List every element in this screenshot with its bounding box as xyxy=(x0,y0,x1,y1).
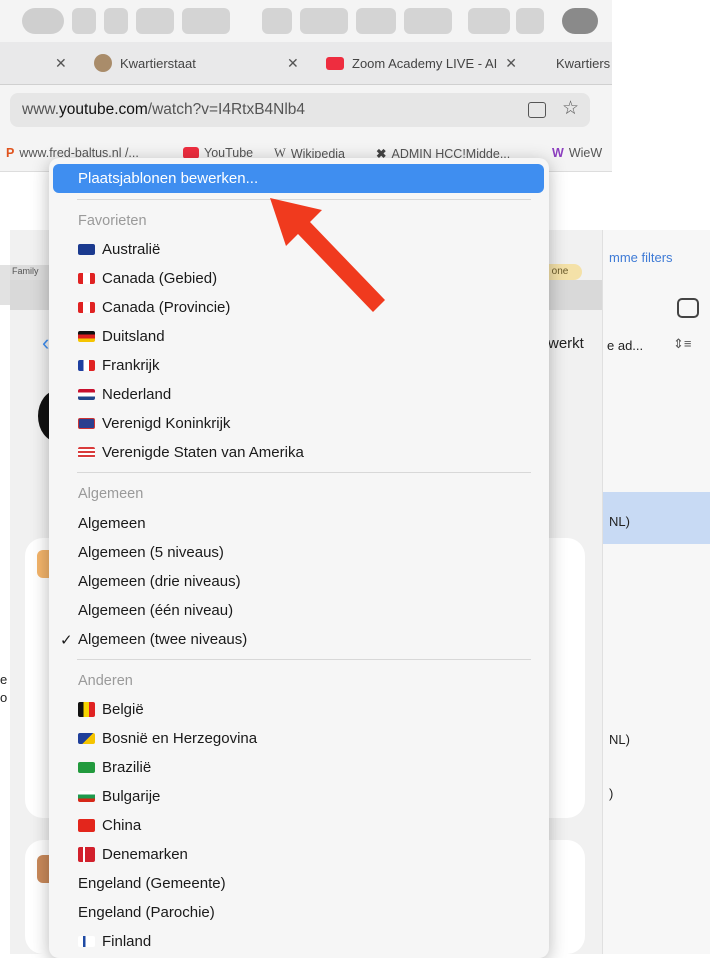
undo-icon[interactable] xyxy=(136,8,174,34)
settings-icon[interactable] xyxy=(516,8,544,34)
netherlands-flag-icon xyxy=(78,389,95,400)
finland-flag-icon xyxy=(78,936,95,947)
menu-item-algemeen[interactable]: Algemeen xyxy=(78,515,146,532)
home-icon[interactable] xyxy=(72,8,96,34)
filters-link[interactable]: mme filters xyxy=(609,250,673,265)
denmark-flag-icon xyxy=(78,847,95,862)
menu-item-algemeen-5[interactable]: Algemeen (5 niveaus) xyxy=(78,544,224,561)
menu-item-canada-gebied[interactable]: Canada (Gebied) xyxy=(78,270,217,287)
right-panel: mme filters e ad... ⇕≡ NL) NL) ) xyxy=(602,230,710,954)
avatar-icon xyxy=(94,54,112,72)
site-icon: P xyxy=(6,146,15,160)
menu-separator xyxy=(77,472,531,473)
tab-zoom-academy[interactable]: Zoom Academy LIVE - AI ✕ xyxy=(326,50,517,76)
annotation-arrow-icon xyxy=(270,198,385,312)
bulgaria-flag-icon xyxy=(78,791,95,802)
tab-close-2[interactable]: ✕ xyxy=(287,50,309,76)
close-icon[interactable] xyxy=(562,8,598,34)
menu-item-canada-provincie[interactable]: Canada (Provincie) xyxy=(78,299,230,316)
address-bar-area: www. youtube.com/watch?v=I4RtxB4Nlb4 ☆ xyxy=(0,85,612,137)
tab-close-1[interactable]: ✕ xyxy=(55,50,77,76)
menu-item-bulgarije[interactable]: Bulgarije xyxy=(78,788,160,805)
menu-item-engeland-parochie[interactable]: Engeland (Parochie) xyxy=(78,904,215,921)
toggle-icon[interactable] xyxy=(677,298,699,318)
canada-flag-icon xyxy=(78,302,95,313)
table-icon[interactable] xyxy=(404,8,452,34)
canada-flag-icon xyxy=(78,273,95,284)
menu-item-verenigde-staten[interactable]: Verenigde Staten van Amerika xyxy=(78,444,304,461)
close-icon[interactable]: ✕ xyxy=(505,55,517,72)
usa-flag-icon xyxy=(78,447,95,458)
menu-item-bosnie[interactable]: Bosnië en Herzegovina xyxy=(78,730,257,747)
save-icon[interactable] xyxy=(104,8,128,34)
menu-item-finland[interactable]: Finland xyxy=(78,933,151,950)
general-header: Algemeen xyxy=(78,486,144,502)
menu-separator xyxy=(77,659,531,660)
grid-icon[interactable] xyxy=(182,8,230,34)
youtube-icon xyxy=(326,56,344,70)
tab-kwartiers[interactable]: Kwartiers xyxy=(556,50,610,76)
menu-item-algemeen-twee[interactable]: Algemeen (twee niveaus) xyxy=(78,631,247,648)
germany-flag-icon xyxy=(78,331,95,342)
url-field[interactable]: www. youtube.com/watch?v=I4RtxB4Nlb4 xyxy=(10,93,590,127)
menu-item-engeland-gemeente[interactable]: Engeland (Gemeente) xyxy=(78,875,226,892)
bosnia-flag-icon xyxy=(78,733,95,744)
layout-icon[interactable] xyxy=(356,8,396,34)
menu-item-algemeen-een[interactable]: Algemeen (één niveau) xyxy=(78,602,233,619)
uk-flag-icon xyxy=(78,418,95,429)
menu-item-australia[interactable]: Australië xyxy=(78,241,160,258)
menu-item-belgie[interactable]: België xyxy=(78,701,144,718)
menu-item-algemeen-drie[interactable]: Algemeen (drie niveaus) xyxy=(78,573,241,590)
australia-flag-icon xyxy=(78,244,95,255)
sort-select[interactable]: e ad... xyxy=(607,338,643,353)
edit-templates-menu-item[interactable]: Plaatsjablonen bewerken... xyxy=(53,164,544,193)
menu-item-nederland[interactable]: Nederland xyxy=(78,386,171,403)
chart-icon[interactable] xyxy=(300,8,348,34)
wiewaswie-icon: W xyxy=(552,146,564,160)
france-flag-icon xyxy=(78,360,95,371)
favorites-header: Favorieten xyxy=(78,213,147,229)
other-header: Anderen xyxy=(78,673,133,689)
belgium-flag-icon xyxy=(78,702,95,717)
sort-arrows-icon: ⇕≡ xyxy=(673,336,692,351)
menu-item-brazilie[interactable]: Brazilië xyxy=(78,759,151,776)
window-toolbar xyxy=(0,0,612,42)
toggle-icon[interactable] xyxy=(22,8,64,34)
menu-item-china[interactable]: China xyxy=(78,817,141,834)
menu-item-duitsland[interactable]: Duitsland xyxy=(78,328,165,345)
bookmark-star-icon[interactable]: ☆ xyxy=(562,97,579,120)
menu-item-denemarken[interactable]: Denemarken xyxy=(78,846,188,863)
menu-item-frankrijk[interactable]: Frankrijk xyxy=(78,357,160,374)
checkmark-icon: ✓ xyxy=(60,632,73,649)
tab-bar: ✕ Kwartierstaat ✕ Zoom Academy LIVE - AI… xyxy=(0,42,612,85)
document-icon[interactable] xyxy=(262,8,292,34)
china-flag-icon xyxy=(78,819,95,832)
menu-item-verenigd-koninkrijk[interactable]: Verenigd Koninkrijk xyxy=(78,415,230,432)
picture-in-picture-icon[interactable] xyxy=(528,102,546,118)
bookmark-wiew[interactable]: W WieW xyxy=(552,146,602,160)
brazil-flag-icon xyxy=(78,762,95,773)
refresh-icon[interactable] xyxy=(468,8,510,34)
tab-kwartierstaat[interactable]: Kwartierstaat xyxy=(94,50,196,76)
